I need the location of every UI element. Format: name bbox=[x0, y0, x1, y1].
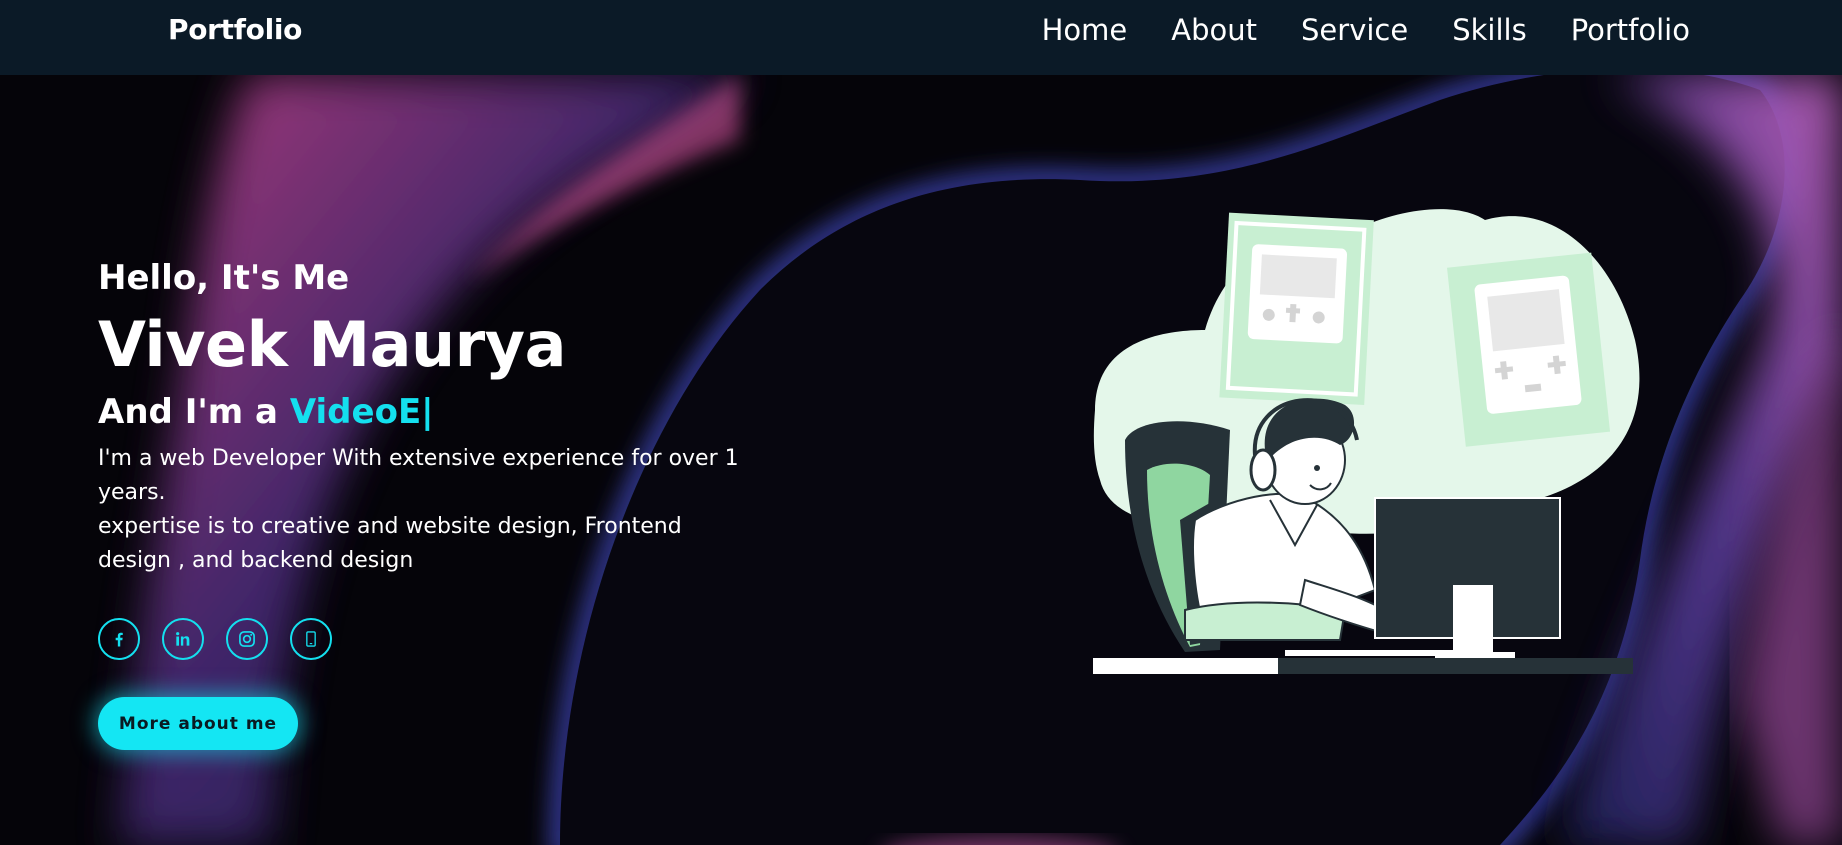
right-game-poster bbox=[1447, 252, 1611, 447]
role-prefix: And I'm a bbox=[98, 392, 290, 432]
computer-monitor bbox=[1374, 497, 1561, 660]
site-logo[interactable]: Portfolio bbox=[168, 13, 302, 46]
hero-illustration bbox=[1093, 209, 1640, 674]
more-about-me-button[interactable]: More about me bbox=[98, 697, 298, 750]
greeting: Hello, It's Me bbox=[98, 258, 350, 298]
nav-link-home[interactable]: Home bbox=[1042, 13, 1128, 47]
instagram-link[interactable] bbox=[226, 618, 268, 660]
social-links bbox=[98, 618, 332, 660]
nav-links: Home About Service Skills Portfolio bbox=[1042, 13, 1690, 47]
navbar: Portfolio Home About Service Skills Port… bbox=[0, 0, 1842, 75]
linkedin-link[interactable] bbox=[162, 618, 204, 660]
linkedin-icon bbox=[176, 632, 190, 646]
nav-link-skills[interactable]: Skills bbox=[1452, 13, 1526, 47]
description-line-2: expertise is to creative and website des… bbox=[98, 514, 682, 573]
typing-cursor: | bbox=[421, 392, 434, 432]
role-line: And I'm a VideoE| bbox=[98, 386, 778, 438]
hero-section: Hello, It's Me Vivek Maurya And I'm a Vi… bbox=[98, 252, 778, 578]
facebook-link[interactable] bbox=[98, 618, 140, 660]
hero-name: Vivek Maurya bbox=[98, 308, 566, 381]
instagram-icon bbox=[239, 631, 255, 647]
mobile-icon bbox=[306, 631, 316, 647]
facebook-icon bbox=[115, 632, 123, 647]
hero-description: I'm a web Developer With extensive exper… bbox=[98, 442, 758, 578]
left-game-poster bbox=[1219, 212, 1374, 405]
keyboard bbox=[1285, 650, 1465, 656]
description-line-1: I'm a web Developer With extensive exper… bbox=[98, 446, 739, 505]
nav-link-portfolio[interactable]: Portfolio bbox=[1571, 13, 1690, 47]
mobile-link[interactable] bbox=[290, 618, 332, 660]
role-typed-text: VideoE bbox=[289, 392, 422, 432]
nav-link-about[interactable]: About bbox=[1171, 13, 1257, 47]
nav-link-service[interactable]: Service bbox=[1301, 13, 1408, 47]
